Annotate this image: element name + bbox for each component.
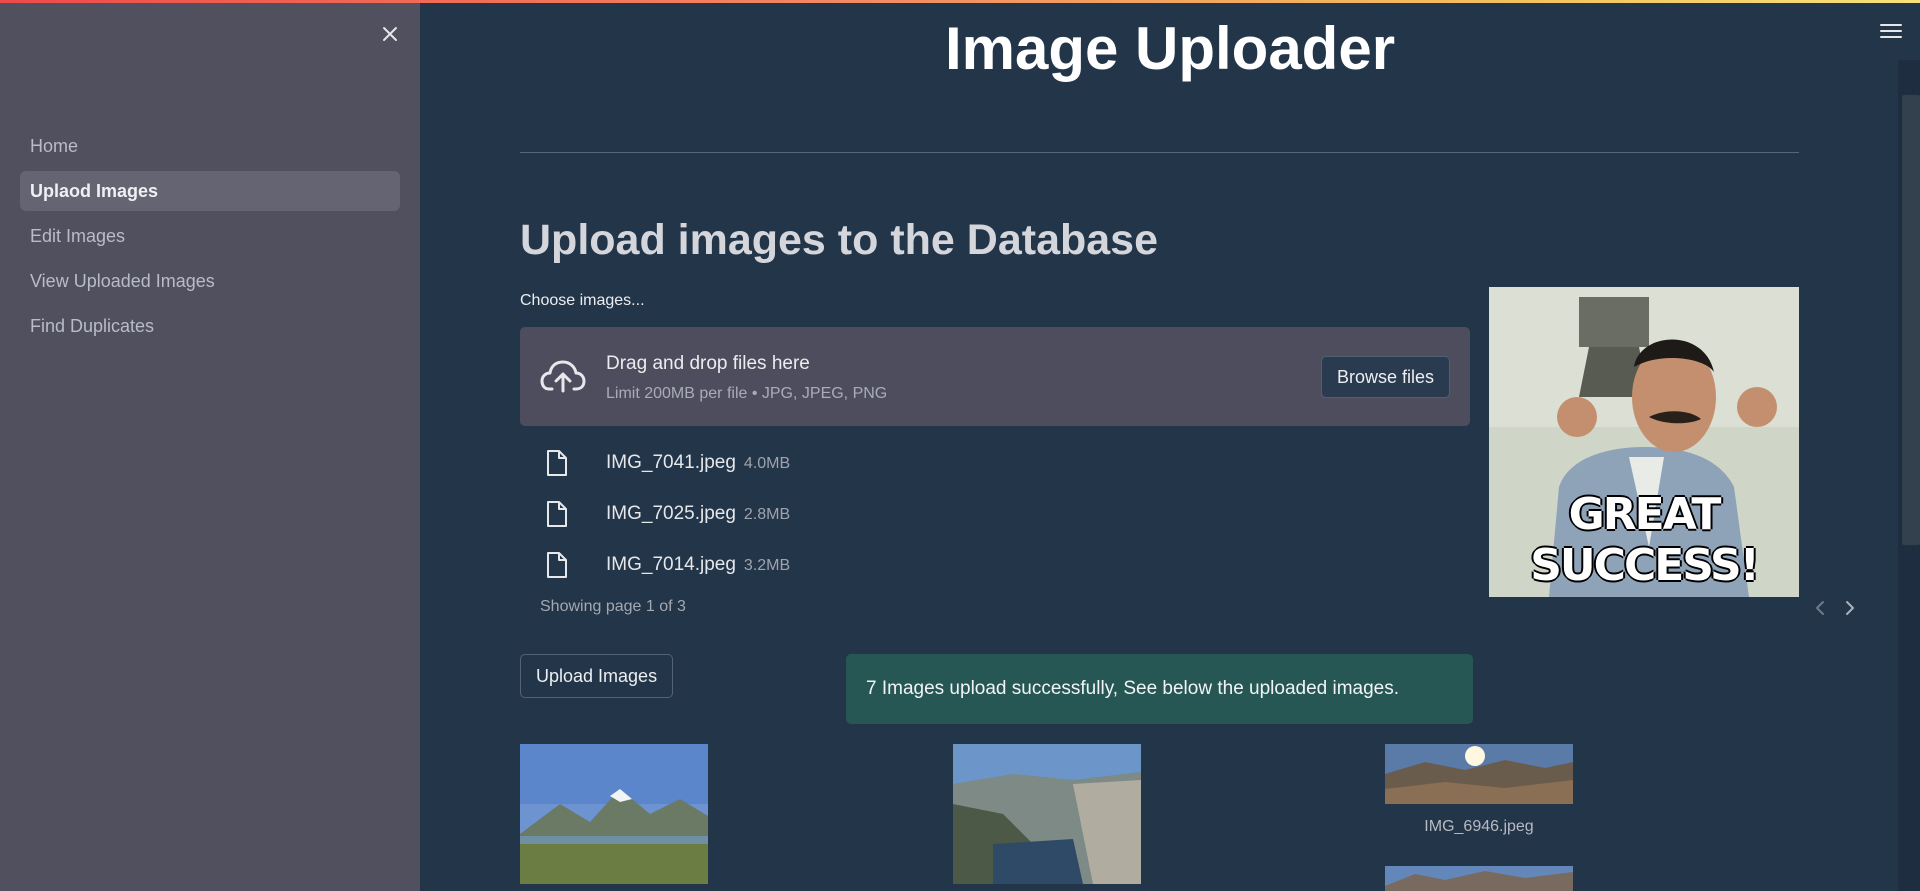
file-size: 2.8MB — [743, 506, 791, 523]
uploaded-file-list: IMG_7041.jpeg 4.0MB IMG_7025.jpeg 2.8MB — [520, 437, 1540, 590]
file-dropzone[interactable]: Drag and drop files here Limit 200MB per… — [520, 327, 1470, 426]
sidebar-item-find-duplicates[interactable]: Find Duplicates — [20, 306, 400, 346]
sidebar-item-label: Find Duplicates — [30, 315, 155, 336]
top-decoration-bar — [0, 0, 1920, 3]
sidebar-item-home[interactable]: Home — [20, 126, 400, 166]
sidebar-item-upload-images[interactable]: Uplaod Images — [20, 171, 400, 211]
uploader-label: Choose images... — [520, 292, 645, 309]
uploaded-thumbnail — [953, 744, 1141, 884]
sidebar-item-label: Home — [30, 135, 79, 156]
sidebar-nav: Home Uplaod Images Edit Images View Uplo… — [20, 126, 400, 351]
uploaded-thumbnail — [1385, 744, 1573, 804]
close-icon[interactable] — [378, 22, 402, 46]
cloud-upload-icon — [540, 360, 586, 393]
file-size: 3.2MB — [743, 557, 791, 574]
gif-caption: GREAT SUCCESS! — [1530, 489, 1760, 591]
file-icon — [547, 552, 567, 578]
file-name: IMG_7025.jpeg — [606, 503, 736, 524]
thumbnail-caption: IMG_6946.jpeg — [1424, 818, 1534, 835]
panorama-image — [1385, 744, 1573, 804]
list-item: IMG_7025.jpeg 2.8MB — [520, 488, 1540, 539]
uploaded-thumbnail — [1385, 866, 1573, 891]
upload-images-button[interactable]: Upload Images — [520, 654, 674, 698]
section-title: Upload images to the Database — [520, 216, 1158, 264]
pagination-text: Showing page 1 of 3 — [540, 598, 686, 615]
page-title: Image Uploader — [944, 15, 1396, 82]
browse-files-button[interactable]: Browse files — [1320, 356, 1450, 398]
sidebar-item-view-uploaded-images[interactable]: View Uploaded Images — [20, 261, 400, 301]
great-success-image: GREAT SUCCESS! — [1489, 287, 1799, 597]
file-name: IMG_7041.jpeg — [606, 452, 736, 473]
dropzone-subtitle: Limit 200MB per file • JPG, JPEG, PNG — [606, 385, 888, 402]
sidebar-item-label: View Uploaded Images — [30, 270, 215, 291]
sidebar-item-label: Edit Images — [30, 225, 126, 246]
list-item: IMG_7041.jpeg 4.0MB — [520, 437, 1540, 488]
divider — [520, 152, 1799, 153]
canyon-image — [953, 744, 1141, 884]
uploaded-thumbnail — [520, 744, 708, 884]
chevron-left-icon[interactable] — [1813, 599, 1827, 617]
chevron-right-icon[interactable] — [1843, 599, 1857, 617]
file-size: 4.0MB — [743, 455, 791, 472]
sidebar: Home Uplaod Images Edit Images View Uplo… — [0, 0, 420, 891]
dropzone-title: Drag and drop files here — [606, 353, 810, 374]
file-icon — [547, 450, 567, 476]
sidebar-item-edit-images[interactable]: Edit Images — [20, 216, 400, 256]
sidebar-item-label: Uplaod Images — [30, 180, 159, 201]
scrollbar-thumb[interactable] — [1902, 95, 1920, 545]
main-content: Image Uploader Upload images to the Data… — [420, 0, 1920, 891]
success-alert: 7 Images upload successfully, See below … — [846, 654, 1473, 724]
file-name: IMG_7014.jpeg — [606, 554, 736, 575]
mountain-image — [1385, 866, 1573, 891]
list-item: IMG_7014.jpeg 3.2MB — [520, 539, 1540, 590]
file-icon — [547, 501, 567, 527]
mountain-lake-image — [520, 744, 708, 884]
